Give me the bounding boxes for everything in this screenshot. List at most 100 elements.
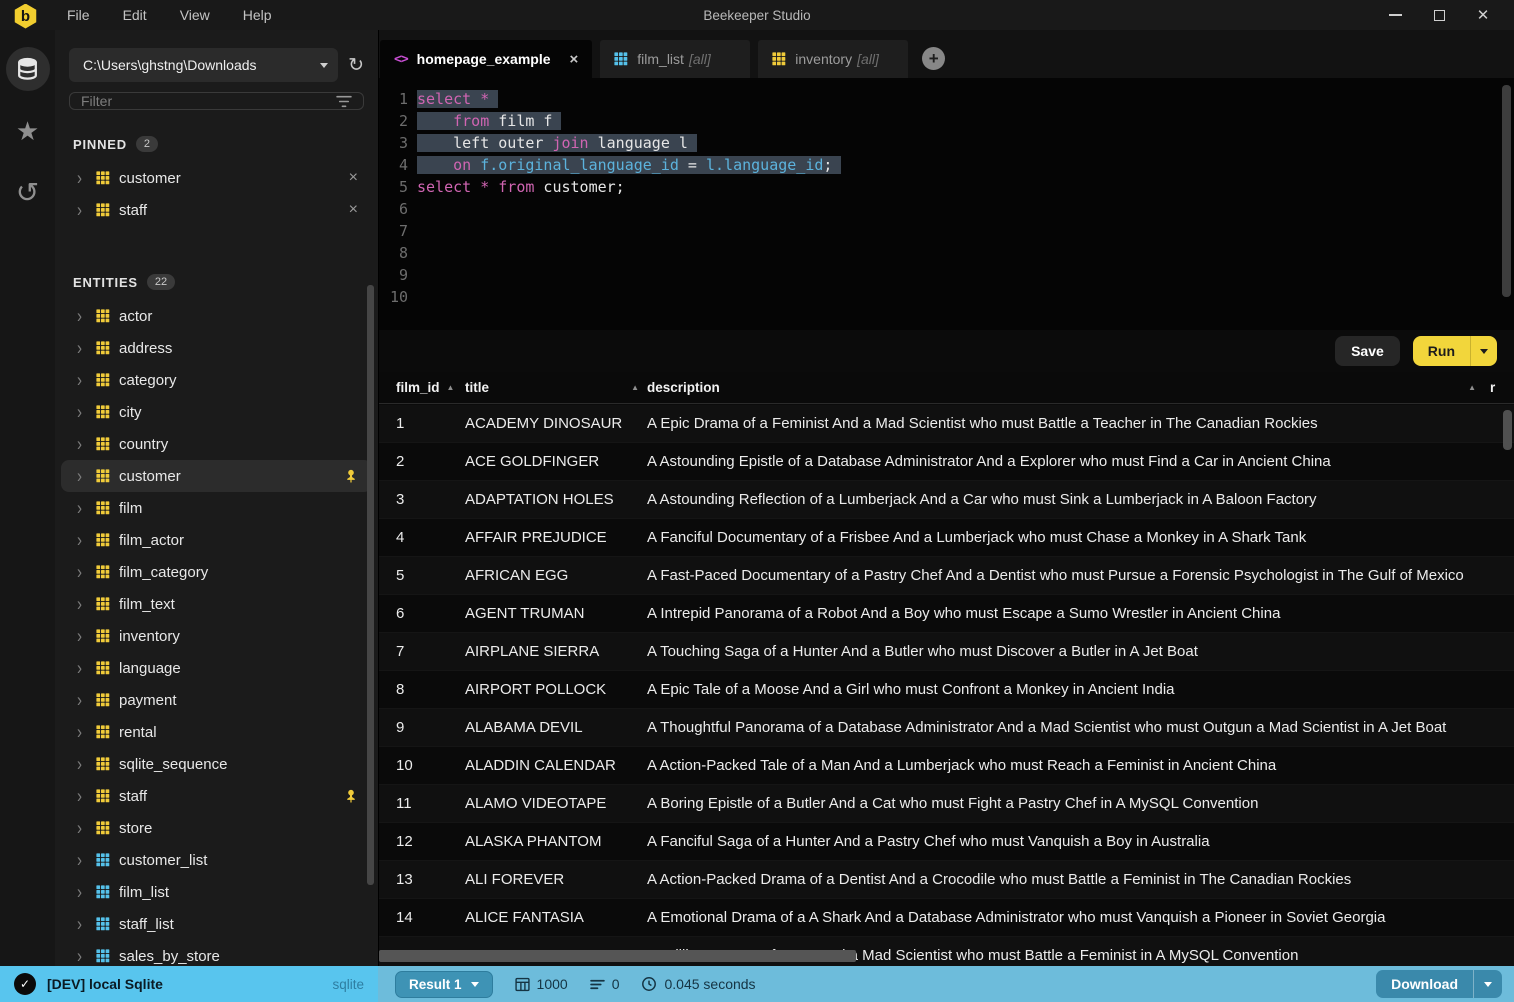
table-row[interactable]: 9 ALABAMA DEVIL A Thoughtful Panorama of a… (379, 709, 1514, 747)
table-row[interactable]: 12 ALASKA PHANTOM A Fanciful Saga of a Hun… (379, 823, 1514, 861)
chevron-right-icon[interactable]: › (77, 562, 87, 582)
table-row[interactable]: 2 ACE GOLDFINGER A Astounding Epistle of a… (379, 443, 1514, 481)
chevron-right-icon[interactable]: › (77, 530, 87, 550)
entity-item-customer_list[interactable]: › customer_list (61, 844, 372, 876)
result-selector[interactable]: Result 1 (395, 970, 493, 998)
entity-item-payment[interactable]: › payment (61, 684, 372, 716)
chevron-right-icon[interactable]: › (77, 818, 87, 838)
table-row[interactable]: 10 ALADDIN CALENDAR A Action-Packed Tale o… (379, 747, 1514, 785)
column-header-partial[interactable]: r (1490, 380, 1514, 395)
tab-homepage_example[interactable]: <> homepage_example × (380, 40, 593, 78)
save-button[interactable]: Save (1335, 336, 1400, 366)
chevron-right-icon[interactable]: › (77, 466, 87, 486)
entity-item-sqlite_sequence[interactable]: › sqlite_sequence (61, 748, 372, 780)
pin-icon[interactable] (344, 469, 358, 483)
sql-editor[interactable]: 1 2 3 4 5 6 7 8 9 10 select * from film f left ou… (379, 78, 1514, 330)
entity-item-city[interactable]: › city (61, 396, 372, 428)
chevron-right-icon[interactable]: › (77, 434, 87, 454)
entity-item-country[interactable]: › country (61, 428, 372, 460)
connection-dropdown[interactable]: C:\Users\ghstng\Downloads (69, 48, 339, 82)
menu-view[interactable]: View (180, 7, 210, 23)
entity-item-inventory[interactable]: › inventory (61, 620, 372, 652)
window-controls: ✕ (1388, 8, 1514, 23)
chevron-right-icon[interactable]: › (77, 370, 87, 390)
unpin-close-icon[interactable]: × (349, 201, 358, 219)
tab-film_list[interactable]: film_list [all] (600, 40, 751, 78)
cell-film-id: 7 (396, 643, 405, 660)
table-row[interactable]: 7 AIRPLANE SIERRA A Touching Saga of a Hun… (379, 633, 1514, 671)
table-row[interactable]: 6 AGENT TRUMAN A Intrepid Panorama of a Ro… (379, 595, 1514, 633)
new-tab-button[interactable]: + (922, 47, 946, 70)
entity-item-address[interactable]: › address (61, 332, 372, 364)
chevron-right-icon[interactable]: › (77, 754, 87, 774)
tables-nav-button[interactable] (5, 47, 50, 91)
table-row[interactable]: 4 AFFAIR PREJUDICE A Fanciful Documentary … (379, 519, 1514, 557)
sidebar-scrollbar[interactable] (367, 285, 374, 885)
entity-item-film[interactable]: › film (61, 492, 372, 524)
editor-code[interactable]: select * from film f left outer join lan… (417, 88, 1514, 330)
download-button[interactable]: Download (1376, 970, 1473, 998)
chevron-right-icon[interactable]: › (77, 594, 87, 614)
chevron-right-icon[interactable]: › (77, 690, 87, 710)
pinned-item-customer[interactable]: › customer × (61, 162, 372, 194)
refresh-icon[interactable]: ↻ (348, 56, 364, 75)
tab-inventory[interactable]: inventory [all] (758, 40, 909, 78)
entity-item-film_category[interactable]: › film_category (61, 556, 372, 588)
minimize-button[interactable] (1388, 8, 1402, 22)
chevron-right-icon[interactable]: › (77, 402, 87, 422)
pin-icon[interactable] (344, 789, 358, 803)
chevron-right-icon[interactable]: › (77, 946, 87, 966)
download-options-button[interactable] (1473, 970, 1502, 998)
menu-edit[interactable]: Edit (123, 7, 147, 23)
pinned-item-staff[interactable]: › staff × (61, 194, 372, 226)
close-button[interactable]: ✕ (1476, 8, 1490, 23)
chevron-right-icon[interactable]: › (77, 338, 87, 358)
chevron-right-icon[interactable]: › (77, 200, 87, 220)
chevron-right-icon[interactable]: › (77, 658, 87, 678)
history-nav-button[interactable]: ↺ (6, 171, 50, 215)
results-horizontal-scrollbar[interactable] (379, 950, 856, 962)
entity-item-language[interactable]: › language (61, 652, 372, 684)
run-button[interactable]: Run (1413, 336, 1470, 366)
entity-item-staff[interactable]: › staff (61, 780, 372, 812)
entity-item-rental[interactable]: › rental (61, 716, 372, 748)
results-vertical-scrollbar[interactable] (1503, 410, 1512, 450)
table-row[interactable]: 13 ALI FOREVER A Action-Packed Drama of a … (379, 861, 1514, 899)
entity-item-staff_list[interactable]: › staff_list (61, 908, 372, 940)
chevron-right-icon[interactable]: › (77, 914, 87, 934)
entity-item-customer[interactable]: › customer (61, 460, 372, 492)
filter-input[interactable] (81, 93, 336, 109)
entity-item-actor[interactable]: › actor (61, 300, 372, 332)
run-options-button[interactable] (1470, 336, 1497, 366)
maximize-button[interactable] (1432, 8, 1446, 22)
entity-item-sales_by_store[interactable]: › sales_by_store (61, 940, 372, 966)
chevron-right-icon[interactable]: › (77, 786, 87, 806)
menu-help[interactable]: Help (243, 7, 272, 23)
table-row[interactable]: 5 AFRICAN EGG A Fast-Paced Documentary of … (379, 557, 1514, 595)
entity-item-film_text[interactable]: › film_text (61, 588, 372, 620)
chevron-right-icon[interactable]: › (77, 882, 87, 902)
close-tab-icon[interactable]: × (560, 51, 579, 68)
chevron-right-icon[interactable]: › (77, 498, 87, 518)
chevron-right-icon[interactable]: › (77, 306, 87, 326)
column-header-description[interactable]: description ▲ (647, 380, 1490, 395)
column-header-title[interactable]: title ▲ (465, 380, 647, 395)
chevron-right-icon[interactable]: › (77, 626, 87, 646)
editor-scrollbar[interactable] (1502, 85, 1511, 297)
entity-item-category[interactable]: › category (61, 364, 372, 396)
entity-item-film_list[interactable]: › film_list (61, 876, 372, 908)
table-row[interactable]: 8 AIRPORT POLLOCK A Epic Tale of a Moose A… (379, 671, 1514, 709)
unpin-close-icon[interactable]: × (349, 169, 358, 187)
chevron-right-icon[interactable]: › (77, 168, 87, 188)
table-row[interactable]: 14 ALICE FANTASIA A Emotional Drama of a A… (379, 899, 1514, 937)
table-row[interactable]: 1 ACADEMY DINOSAUR A Epic Drama of a Femin… (379, 405, 1514, 443)
chevron-right-icon[interactable]: › (77, 722, 87, 742)
table-row[interactable]: 3 ADAPTATION HOLES A Astounding Reflection… (379, 481, 1514, 519)
column-header-film-id[interactable]: film_id ▲ (379, 380, 465, 395)
table-row[interactable]: 11 ALAMO VIDEOTAPE A Boring Epistle of a B… (379, 785, 1514, 823)
favorites-nav-button[interactable]: ★ (6, 109, 50, 153)
entity-item-film_actor[interactable]: › film_actor (61, 524, 372, 556)
menu-file[interactable]: File (67, 7, 90, 23)
entity-item-store[interactable]: › store (61, 812, 372, 844)
chevron-right-icon[interactable]: › (77, 850, 87, 870)
